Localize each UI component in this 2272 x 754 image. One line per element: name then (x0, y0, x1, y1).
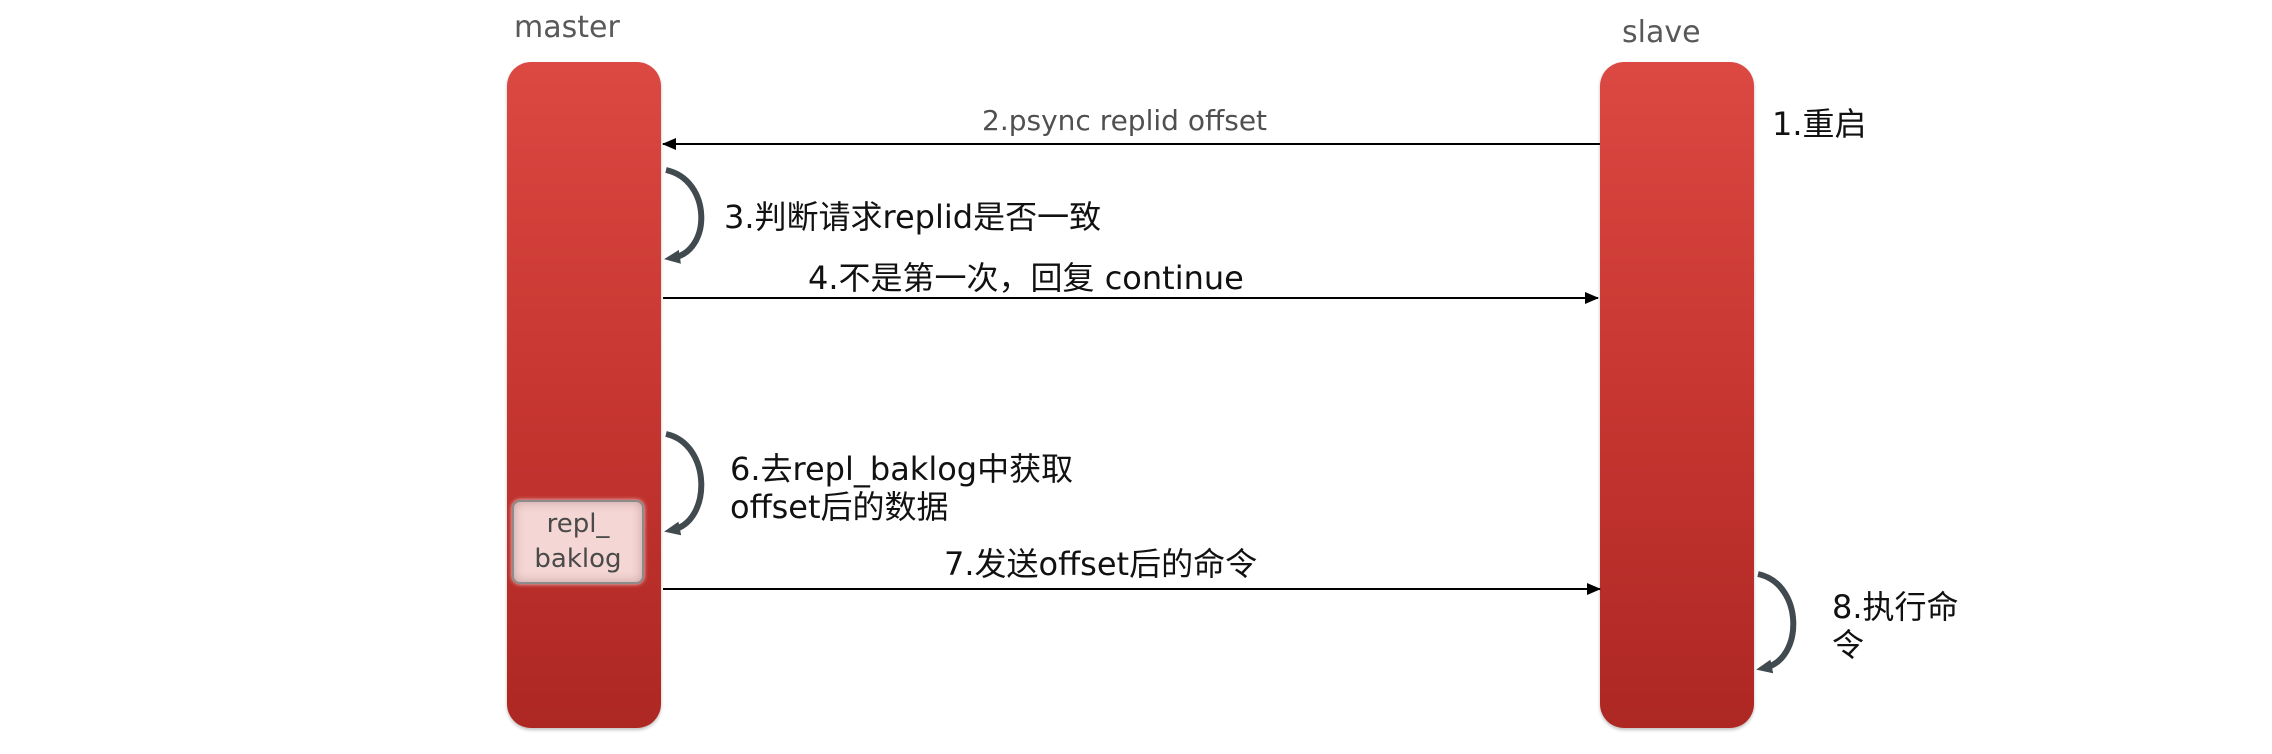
loop-arrow-execute (1756, 571, 1797, 674)
step-4-label: 4.不是第一次，回复 continue (808, 259, 1244, 297)
step-8-label-line1: 8.执行命 (1832, 588, 1959, 626)
step-6-label-line2: offset后的数据 (730, 488, 949, 526)
loop-arrow-read-baklog (664, 431, 705, 536)
step-8-label-line2: 令 (1832, 626, 1865, 664)
step-7-label: 7.发送offset后的命令 (944, 545, 1258, 583)
loop-arrow-check-replid (664, 167, 705, 264)
step-6-label-line1: 6.去repl_baklog中获取 (730, 450, 1074, 488)
step-2-label: 2.psync replid offset (982, 104, 1268, 137)
replication-sequence-diagram: master slave repl_ baklog 1.重启 2.psync r… (0, 0, 2272, 754)
step-1-label: 1.重启 (1772, 105, 1867, 143)
step-3-label: 3.判断请求replid是否一致 (724, 198, 1102, 236)
